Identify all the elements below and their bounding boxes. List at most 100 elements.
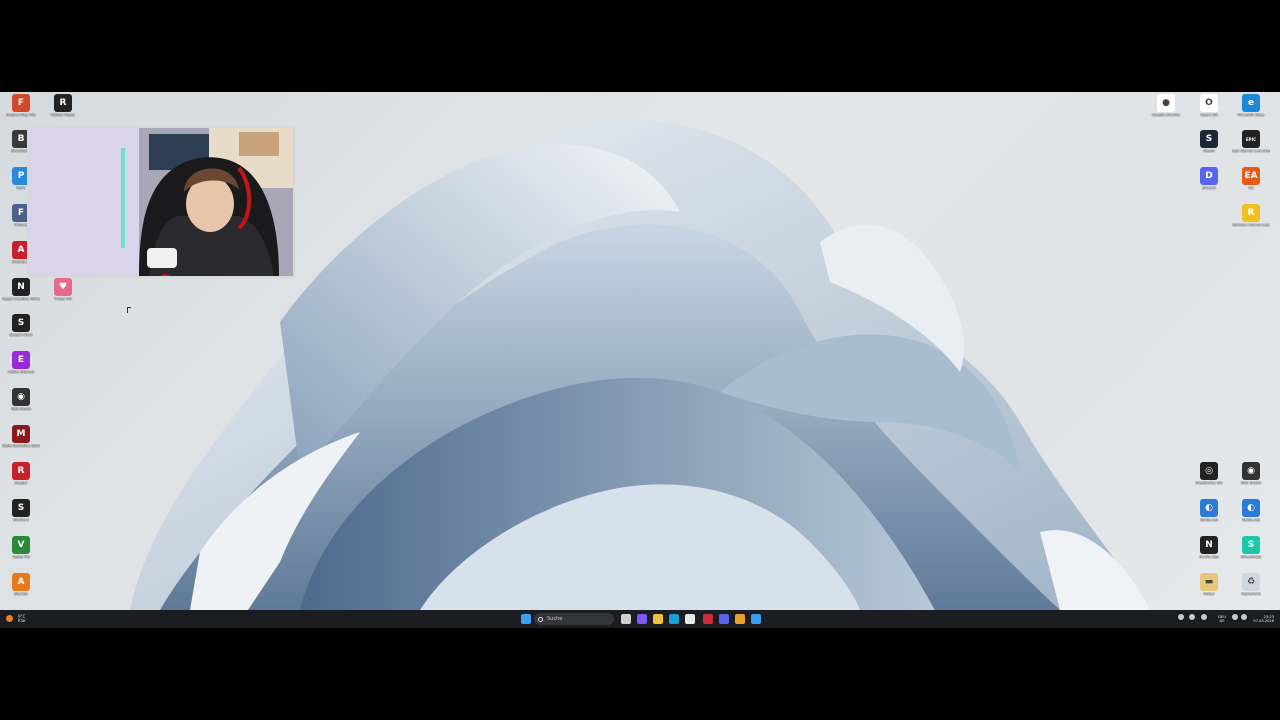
desktop-icon-r5[interactable]: EPIC Epic Games Launcher	[1232, 130, 1270, 170]
taskbar-task-view-button[interactable]	[620, 613, 632, 625]
chevron-up-icon[interactable]	[1178, 614, 1184, 620]
desktop-icon-label: Discord	[1202, 186, 1216, 190]
desktop-icon-l7[interactable]: NVegas Creative Software	[2, 278, 40, 318]
search-icon	[538, 616, 543, 622]
taskbar-chrome-button[interactable]	[734, 613, 746, 625]
desktop-icon-r15[interactable]: ▬ Folder	[1190, 573, 1228, 610]
desktop-icon-label: Stream Deck	[9, 333, 33, 337]
app-icon: ▬	[1200, 573, 1218, 591]
battle-net-icon	[751, 614, 761, 624]
taskbar-windows-start-button[interactable]	[520, 613, 532, 625]
desktop-icon-r16[interactable]: ♻ Papierkorb	[1232, 573, 1270, 610]
app-icon: EPIC	[1242, 130, 1260, 148]
network-icon[interactable]	[1232, 614, 1238, 620]
desktop-icon-l16[interactable]: A Blender	[2, 573, 40, 610]
desktop-icon-r10[interactable]: ◉ OBS Studio	[1232, 462, 1270, 502]
taskbar-microsoft-store-button[interactable]	[684, 613, 696, 625]
weather-widget[interactable]: 9°C Klar	[6, 613, 28, 625]
language-bottom: DE	[1219, 619, 1225, 623]
microsoft-store-icon	[685, 614, 695, 624]
taskbar-discord-button[interactable]	[718, 613, 730, 625]
desktop-icon-r3[interactable]: e Microsoft Edge	[1232, 94, 1270, 134]
desktop-icon-r6[interactable]: D Discord	[1190, 167, 1228, 207]
desktop-icon-l10[interactable]: E Adobe Express	[2, 351, 40, 391]
app-icon: ●	[1157, 94, 1175, 112]
taskbar-battle-net-button[interactable]	[750, 613, 762, 625]
desktop-icon-r1[interactable]: ● Google Chrome	[1147, 94, 1185, 134]
onedrive-icon[interactable]	[1189, 614, 1195, 620]
windows-start-icon	[521, 614, 531, 624]
taskbar-file-explorer-button[interactable]	[652, 613, 664, 625]
desktop-icon-label: OBS Studio	[10, 407, 32, 411]
discord-icon	[719, 614, 729, 624]
app-icon: D	[1200, 167, 1218, 185]
desktop-icon-r11[interactable]: ◐ Battle.net	[1190, 499, 1228, 539]
desktop-icon-label: Blender	[14, 592, 28, 596]
app-icon: ◉	[1242, 462, 1260, 480]
desktop-icon-l11[interactable]: ◉ OBS Studio	[2, 388, 40, 428]
desktop-icon-label: Adobe Express	[7, 370, 35, 374]
desktop-icon-l14[interactable]: S Shortcut	[2, 499, 40, 539]
app-icon: EA	[1242, 167, 1260, 185]
desktop-icon-label: OBS Studio	[1240, 481, 1262, 485]
weather-icon	[6, 615, 13, 622]
desktop-icon-l13[interactable]: R Reaper	[2, 462, 40, 502]
desktop-icon-l8[interactable]: ♥ Tinder Pin	[44, 278, 82, 318]
taskbar-opera-gx-button[interactable]	[702, 613, 714, 625]
app-icon: ◐	[1200, 499, 1218, 517]
desktop-icon-r8[interactable]: RRockstar Games Launcher	[1232, 204, 1270, 244]
volume-icon[interactable]	[1241, 614, 1247, 620]
desktop-icon-r4[interactable]: S Steam	[1190, 130, 1228, 170]
desktop-icon-label: Battle.net	[1242, 518, 1260, 522]
pen-icon[interactable]	[1201, 614, 1207, 620]
desktop-icon-label: Microsoft Edge	[1237, 113, 1265, 117]
language-indicator[interactable]: DEU DE	[1216, 613, 1228, 625]
desktop-icon-label: Garena Free Fire	[6, 113, 36, 117]
desktop-icon-label: Streamlabs	[1240, 555, 1262, 559]
desktop-icon-label: Tinder Pin	[54, 297, 72, 301]
desktop-icon-l15[interactable]: V Vegas Pro	[2, 536, 40, 576]
desktop-icon-r9[interactable]: ◎ SteelSeries GG	[1190, 462, 1228, 502]
taskbar-edge-button[interactable]	[668, 613, 680, 625]
desktop-icon-r14[interactable]: S Streamlabs	[1232, 536, 1270, 576]
app-icon: R	[12, 462, 30, 480]
desktop-icon-r13[interactable]: N Nvidia App	[1190, 536, 1228, 576]
desktop-icon-label: EA	[1248, 186, 1254, 190]
clock[interactable]: 23:23 07.03.2026	[1253, 613, 1274, 625]
task-view-icon	[621, 614, 631, 624]
desktop-icon-label: Battle.net	[1200, 518, 1218, 522]
app-icon: E	[12, 351, 30, 369]
app-icon: ◎	[1200, 462, 1218, 480]
desktop-icon-r2[interactable]: O Opera GX	[1190, 94, 1228, 134]
desktop-icon-r12[interactable]: ◐ Battle.net	[1232, 499, 1270, 539]
desktop-icon-label: Reaper	[14, 481, 28, 485]
clock-date: 07.03.2026	[1253, 619, 1274, 623]
screen: F Garena Free Fire R Roblox Player B Bluestac…	[0, 0, 1280, 720]
desktop-icon-label: Vegas Pro	[12, 555, 30, 559]
webcam-overlay	[27, 126, 295, 278]
app-icon: ♥	[54, 278, 72, 296]
copilot-icon	[637, 614, 647, 624]
desktop-icon-label: Vegas Creative Software	[2, 297, 40, 301]
desktop-icon-label: Nvidia App	[1199, 555, 1219, 559]
webcam-scene	[29, 128, 293, 276]
file-explorer-icon	[653, 614, 663, 624]
app-icon: R	[54, 94, 72, 112]
desktop-icon-label: Steam	[1203, 149, 1215, 153]
desktop-icon-l12[interactable]: M Mafia Definitive Edition	[2, 425, 40, 465]
desktop[interactable]: F Garena Free Fire R Roblox Player B Bluestac…	[0, 92, 1280, 610]
desktop-icon-label: SteelSeries GG	[1195, 481, 1223, 485]
app-icon: ◐	[1242, 499, 1260, 517]
desktop-icon-l9[interactable]: S Stream Deck	[2, 314, 40, 354]
desktop-icon-label: Folder	[1203, 592, 1215, 596]
app-icon: N	[1200, 536, 1218, 554]
app-icon: A	[12, 573, 30, 591]
app-icon: R	[1242, 204, 1260, 222]
search-box[interactable]: Suche	[534, 613, 614, 625]
weather-condition: Klar	[18, 618, 26, 623]
taskbar-copilot-button[interactable]	[636, 613, 648, 625]
desktop-icon-r7[interactable]: EA EA	[1232, 167, 1270, 207]
desktop-icon-label: Papierkorb	[1241, 592, 1261, 596]
desktop-icon-label: Rockstar Games Launcher	[1232, 223, 1270, 227]
opera-gx-icon	[703, 614, 713, 624]
